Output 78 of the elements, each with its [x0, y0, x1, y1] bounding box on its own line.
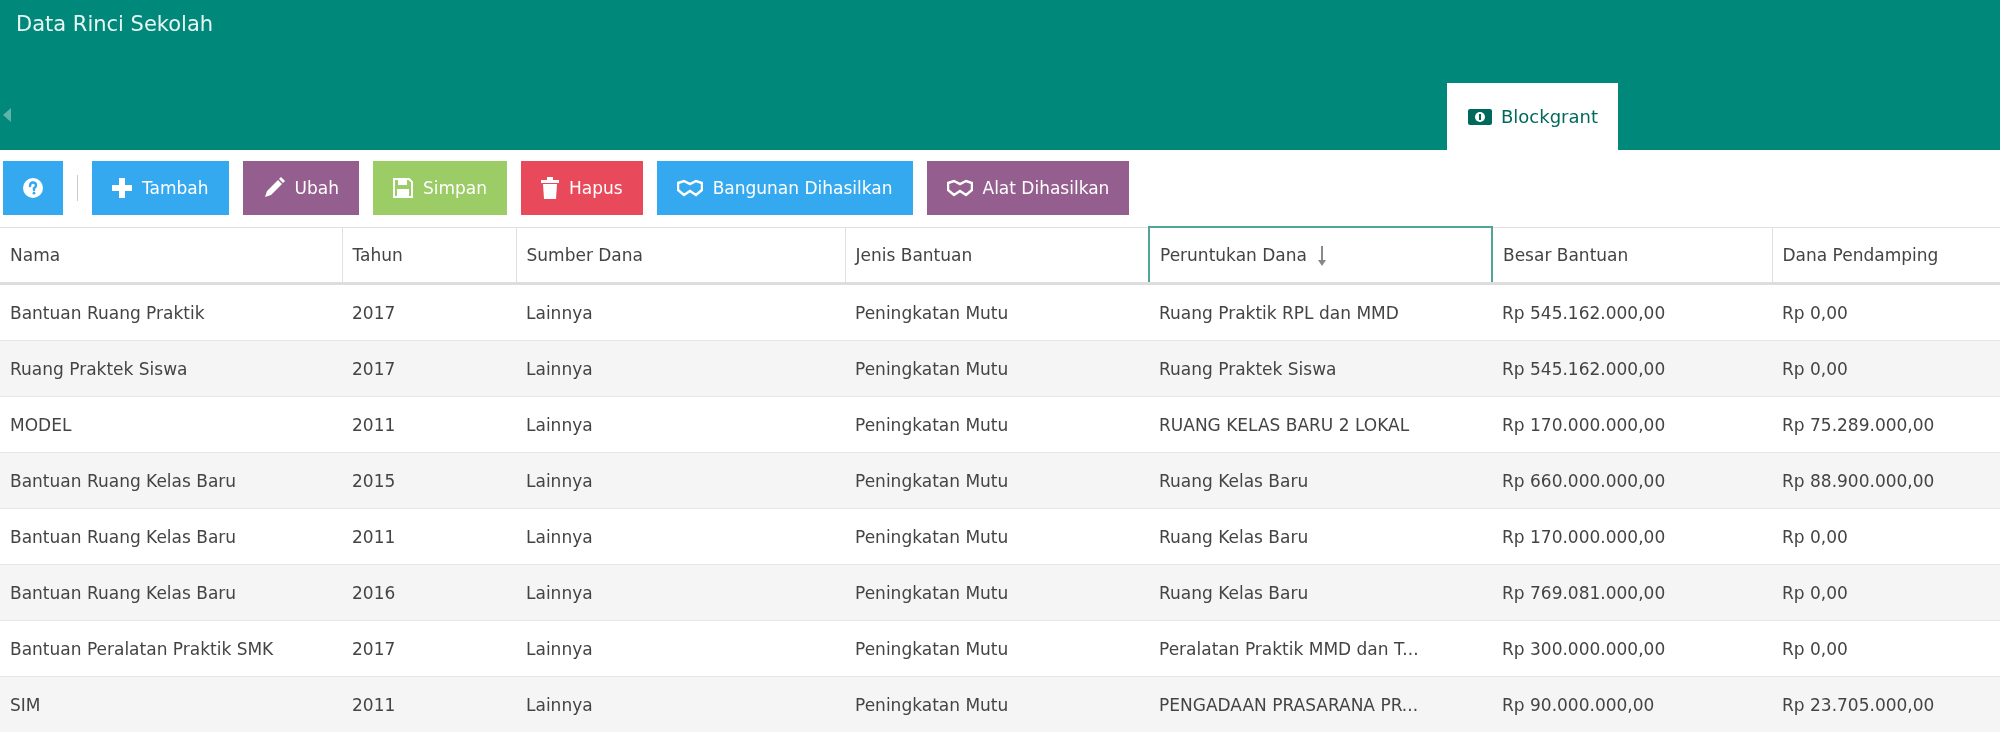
- pencil-icon: [262, 176, 285, 199]
- table-cell: Peningkatan Mutu: [845, 676, 1149, 732]
- table-cell: Bantuan Ruang Praktik: [0, 283, 342, 341]
- column-header[interactable]: Besar Bantuan: [1492, 227, 1772, 284]
- table-cell: Ruang Kelas Baru: [1149, 508, 1492, 565]
- table-cell: Ruang Kelas Baru: [1149, 564, 1492, 621]
- table-cell: 2015: [342, 452, 516, 509]
- table-cell: 2011: [342, 508, 516, 565]
- table-cell: Peningkatan Mutu: [845, 508, 1149, 565]
- table-cell: Ruang Praktek Siswa: [0, 340, 342, 397]
- banknote-icon: [1467, 107, 1493, 126]
- table-cell: Rp 0,00: [1772, 564, 2000, 621]
- table-cell: Lainnya: [516, 620, 845, 677]
- column-header[interactable]: Tahun: [342, 227, 516, 284]
- table-cell: 2011: [342, 676, 516, 732]
- table-cell: Rp 170.000.000,00: [1492, 396, 1772, 453]
- table-cell: Bantuan Ruang Kelas Baru: [0, 564, 342, 621]
- table-cell: Rp 660.000.000,00: [1492, 452, 1772, 509]
- table-cell: Lainnya: [516, 676, 845, 732]
- table-cell: 2017: [342, 620, 516, 677]
- sort-down-arrow-icon: [1316, 245, 1327, 266]
- plus-icon: [112, 177, 132, 198]
- table-cell: Rp 300.000.000,00: [1492, 620, 1772, 677]
- table-cell: Lainnya: [516, 508, 845, 565]
- table-cell: MODEL: [0, 396, 342, 453]
- table-cell: Rp 545.162.000,00: [1492, 340, 1772, 397]
- table-cell: Rp 0,00: [1772, 340, 2000, 397]
- table-cell: Rp 769.081.000,00: [1492, 564, 1772, 621]
- tab[interactable]: Blockgrant: [1447, 83, 1618, 150]
- table-cell: Bantuan Ruang Kelas Baru: [0, 508, 342, 565]
- table-cell: Rp 545.162.000,00: [1492, 283, 1772, 341]
- table-cell: Rp 23.705.000,00: [1772, 676, 2000, 732]
- table-cell: Lainnya: [516, 396, 845, 453]
- table-cell: Lainnya: [516, 340, 845, 397]
- table-cell: Rp 90.000.000,00: [1492, 676, 1772, 732]
- column-header[interactable]: Dana Pendamping: [1772, 227, 2000, 284]
- table-cell: Lainnya: [516, 283, 845, 341]
- table-cell: Rp 88.900.000,00: [1772, 452, 2000, 509]
- page-title: Data Rinci Sekolah: [15, 11, 215, 36]
- delete-button[interactable]: Hapus: [521, 160, 643, 215]
- table-cell: Bantuan Ruang Kelas Baru: [0, 452, 342, 509]
- table-cell: Peningkatan Mutu: [845, 340, 1149, 397]
- handshake-icon: [676, 178, 703, 197]
- table-cell: Ruang Kelas Baru: [1149, 452, 1492, 509]
- help-button[interactable]: [3, 160, 63, 215]
- table-cell: Peningkatan Mutu: [845, 283, 1149, 341]
- table-cell: Lainnya: [516, 564, 845, 621]
- table-cell: Peningkatan Mutu: [845, 396, 1149, 453]
- table-cell: 2011: [342, 396, 516, 453]
- tools-button[interactable]: Alat Dihasilkan: [926, 160, 1130, 215]
- edit-button[interactable]: Ubah: [242, 160, 359, 215]
- table-cell: RUANG KELAS BARU 2 LOKAL: [1149, 396, 1492, 453]
- table-cell: 2017: [342, 340, 516, 397]
- column-header[interactable]: Sumber Dana: [516, 227, 845, 284]
- table-cell: Bantuan Peralatan Praktik SMK: [0, 620, 342, 677]
- table-cell: Peningkatan Mutu: [845, 564, 1149, 621]
- table-cell: SIM: [0, 676, 342, 732]
- table-cell: Rp 75.289.000,00: [1772, 396, 2000, 453]
- help-icon: [23, 177, 43, 198]
- table-cell: PENGADAAN PRASARANA PR...: [1149, 676, 1492, 732]
- table-cell: 2017: [342, 283, 516, 341]
- column-header[interactable]: Peruntukan Dana: [1149, 227, 1492, 284]
- table-cell: Peralatan Praktik MMD dan T...: [1149, 620, 1492, 677]
- handshake-icon: [946, 178, 973, 197]
- table-cell: Peningkatan Mutu: [845, 452, 1149, 509]
- column-header[interactable]: Jenis Bantuan: [845, 227, 1149, 284]
- table-cell: Rp 170.000.000,00: [1492, 508, 1772, 565]
- table-cell: Rp 0,00: [1772, 283, 2000, 341]
- table-cell: 2016: [342, 564, 516, 621]
- trash-icon: [541, 176, 560, 199]
- column-header[interactable]: Nama: [0, 227, 342, 284]
- table-cell: Ruang Praktik RPL dan MMD: [1149, 283, 1492, 341]
- table-cell: Peningkatan Mutu: [845, 620, 1149, 677]
- table-cell: Rp 0,00: [1772, 508, 2000, 565]
- table-cell: Rp 0,00: [1772, 620, 2000, 677]
- table-cell: Ruang Praktek Siswa: [1149, 340, 1492, 397]
- table-cell: Lainnya: [516, 452, 845, 509]
- scroll-left-icon[interactable]: [3, 108, 11, 122]
